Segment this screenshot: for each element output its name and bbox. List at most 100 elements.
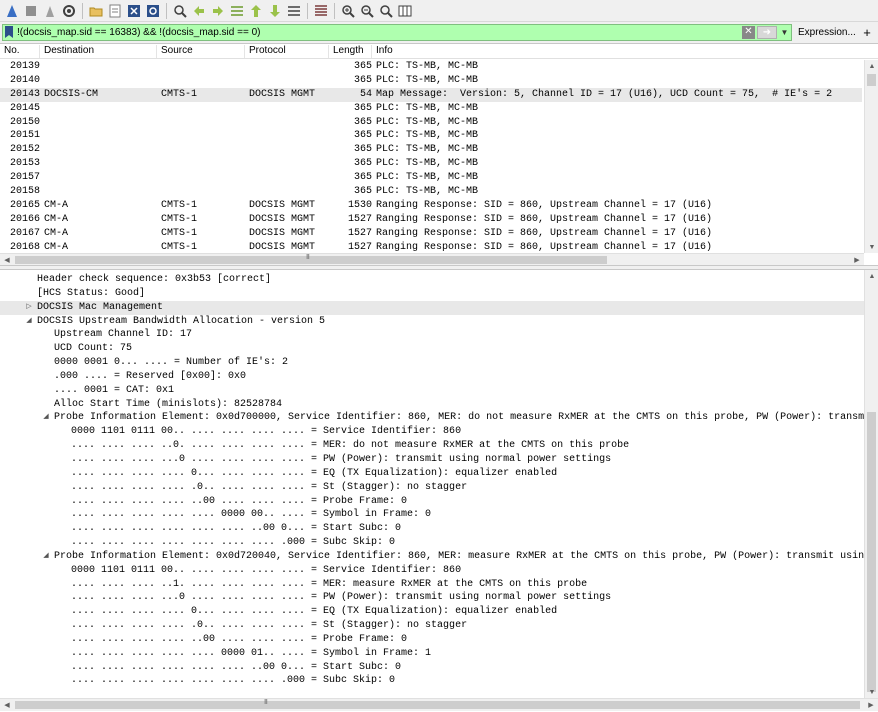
packet-row[interactable]: 20166 CM-A CMTS-1 DOCSIS MGMT 1527 Ranging Re… — [0, 213, 862, 227]
detail-tree-item[interactable]: ◢ DOCSIS Upstream Bandwidth Allocation - … — [0, 315, 864, 329]
first-packet-icon[interactable] — [248, 3, 264, 19]
packet-row[interactable]: 20151 365 PLC: TS-MB, MC-MB — [0, 129, 862, 143]
detail-tree-text: .... .... .... .... .0.. .... .... .... … — [71, 481, 468, 493]
collapse-arrow-icon[interactable]: ◢ — [41, 411, 51, 425]
details-vertical-scrollbar[interactable]: ▲ ▼ — [864, 270, 878, 698]
detail-tree-item[interactable]: .... .... .... ...0 .... .... .... .... … — [0, 453, 864, 467]
zoom-in-icon[interactable] — [340, 3, 356, 19]
colorize-icon[interactable] — [313, 3, 329, 19]
packet-row[interactable]: 20152 365 PLC: TS-MB, MC-MB — [0, 143, 862, 157]
detail-tree-item[interactable]: .... .... .... .... .0.. .... .... .... … — [0, 619, 864, 633]
detail-tree-item[interactable]: ◢ Probe Information Element: 0x0d700000, … — [0, 411, 864, 425]
detail-tree-item[interactable]: .... .... .... .... .... 0000 01.. .... … — [0, 647, 864, 661]
scrollbar-grip: III — [306, 254, 310, 261]
column-header-destination[interactable]: Destination — [40, 45, 157, 58]
detail-tree-item[interactable]: 0000 1101 0111 00.. .... .... .... .... … — [0, 425, 864, 439]
packet-row[interactable]: 20143 DOCSIS-CM CMTS-1 DOCSIS MGMT 54 Map Mes… — [0, 87, 862, 102]
chevron-down-icon[interactable]: ▼ — [778, 26, 791, 39]
packet-row[interactable]: 20153 365 PLC: TS-MB, MC-MB — [0, 157, 862, 171]
packet-row[interactable]: 20140 365 PLC: TS-MB, MC-MB — [0, 74, 862, 88]
save-file-icon[interactable] — [107, 3, 123, 19]
detail-tree-item[interactable]: Alloc Start Time (minislots): 82528784 — [0, 398, 864, 412]
detail-tree-item[interactable]: ▷ DOCSIS Mac Management — [0, 300, 864, 315]
detail-tree-text: Probe Information Element: 0x0d700000, S… — [54, 412, 864, 424]
column-header-protocol[interactable]: Protocol — [245, 45, 329, 58]
go-to-packet-icon[interactable] — [229, 3, 245, 19]
restart-capture-icon[interactable] — [42, 3, 58, 19]
column-header-info[interactable]: Info — [372, 45, 862, 58]
detail-tree-item[interactable]: .... .... .... ..1. .... .... .... .... … — [0, 578, 864, 592]
detail-tree-item[interactable]: .000 .... = Reserved [0x00]: 0x0 — [0, 370, 864, 384]
packet-row[interactable]: 20150 365 PLC: TS-MB, MC-MB — [0, 116, 862, 130]
detail-tree-item[interactable]: Header check sequence: 0x3b53 [correct] — [0, 273, 864, 287]
toolbar-separator — [82, 2, 83, 19]
zoom-out-icon[interactable] — [359, 3, 375, 19]
packet-list-vertical-scrollbar[interactable]: ▲ ▼ — [864, 60, 878, 253]
detail-tree-item[interactable]: 0000 0001 0... .... = Number of IE's: 2 — [0, 356, 864, 370]
display-filter-input[interactable] — [15, 24, 742, 40]
column-header-no[interactable]: No. — [0, 45, 40, 58]
packet-row[interactable]: 20158 365 PLC: TS-MB, MC-MB — [0, 185, 862, 199]
packet-length: 365 — [353, 130, 372, 142]
scrollbar-thumb[interactable] — [15, 256, 607, 264]
bookmark-icon[interactable] — [3, 25, 15, 40]
column-header-length[interactable]: Length — [329, 45, 372, 58]
packet-row[interactable]: 20167 CM-A CMTS-1 DOCSIS MGMT 1527 Ranging Re… — [0, 227, 862, 241]
scrollbar-thumb[interactable] — [15, 701, 860, 709]
scroll-up-icon[interactable]: ▲ — [865, 270, 878, 282]
details-horizontal-scrollbar[interactable]: ◀ III ▶ — [0, 698, 878, 711]
detail-tree-item[interactable]: Upstream Channel ID: 17 — [0, 328, 864, 342]
detail-tree-item[interactable]: .... 0001 = CAT: 0x1 — [0, 384, 864, 398]
detail-tree-item[interactable]: .... .... .... .... .... .... .... .000 … — [0, 674, 864, 688]
expand-arrow-icon[interactable]: ▷ — [24, 301, 34, 315]
scrollbar-thumb[interactable] — [867, 412, 876, 692]
detail-tree-item[interactable]: 0000 1101 0111 00.. .... .... .... .... … — [0, 564, 864, 578]
expression-button[interactable]: Expression... — [794, 24, 856, 41]
collapse-arrow-icon[interactable]: ◢ — [41, 550, 51, 564]
detail-tree-item[interactable]: .... .... .... .... 0... .... .... .... … — [0, 605, 864, 619]
detail-tree-item[interactable]: .... .... .... ..0. .... .... .... .... … — [0, 439, 864, 453]
shark-fin-start-icon[interactable] — [4, 3, 20, 19]
zoom-normal-icon[interactable] — [378, 3, 394, 19]
detail-tree-item[interactable]: .... .... .... .... .0.. .... .... .... … — [0, 481, 864, 495]
packet-row[interactable]: 20165 CM-A CMTS-1 DOCSIS MGMT 1530 Ranging Re… — [0, 199, 862, 213]
detail-tree-item[interactable]: [HCS Status: Good] — [0, 287, 864, 301]
detail-tree-item[interactable]: .... .... .... .... 0... .... .... .... … — [0, 467, 864, 481]
packet-length: 365 — [353, 186, 372, 198]
detail-tree-item[interactable]: .... .... .... .... .... 0000 00.. .... … — [0, 508, 864, 522]
packet-row[interactable]: 20145 365 PLC: TS-MB, MC-MB — [0, 102, 862, 116]
go-back-icon[interactable] — [191, 3, 207, 19]
go-forward-icon[interactable] — [210, 3, 226, 19]
scroll-right-icon[interactable]: ▶ — [864, 699, 878, 711]
packet-row[interactable]: 20168 CM-A CMTS-1 DOCSIS MGMT 1527 Ranging Re… — [0, 241, 862, 252]
reload-icon[interactable] — [145, 3, 161, 19]
open-folder-icon[interactable] — [88, 3, 104, 19]
scroll-up-icon[interactable]: ▲ — [865, 60, 878, 72]
detail-tree-item[interactable]: .... .... .... .... .... .... .... .000 … — [0, 536, 864, 550]
autoscroll-icon[interactable] — [286, 3, 302, 19]
close-file-icon[interactable] — [126, 3, 142, 19]
detail-tree-item[interactable]: .... .... .... .... ..00 .... .... .... … — [0, 633, 864, 647]
scroll-left-icon[interactable]: ◀ — [0, 699, 14, 711]
clear-filter-icon[interactable]: ✕ — [742, 25, 755, 39]
detail-tree-item[interactable]: UCD Count: 75 — [0, 342, 864, 356]
collapse-arrow-icon[interactable]: ◢ — [24, 315, 34, 329]
detail-tree-item[interactable]: .... .... .... ...0 .... .... .... .... … — [0, 591, 864, 605]
column-header-source[interactable]: Source — [157, 45, 245, 58]
resize-columns-icon[interactable] — [397, 3, 413, 19]
scroll-down-icon[interactable]: ▼ — [865, 241, 878, 253]
find-packet-icon[interactable] — [172, 3, 188, 19]
apply-filter-arrow-icon[interactable]: ➜ — [757, 25, 777, 39]
detail-tree-item[interactable]: .... .... .... .... ..00 .... .... .... … — [0, 495, 864, 509]
capture-options-gear-icon[interactable] — [61, 3, 77, 19]
detail-tree-item[interactable]: ◢ Probe Information Element: 0x0d720040, … — [0, 550, 864, 564]
stop-square-icon[interactable] — [23, 3, 39, 19]
add-filter-button[interactable]: + — [858, 24, 876, 41]
detail-tree-item[interactable]: .... .... .... .... .... .... ..00 0... … — [0, 661, 864, 675]
scrollbar-thumb[interactable] — [867, 74, 876, 86]
packet-row[interactable]: 20157 365 PLC: TS-MB, MC-MB — [0, 171, 862, 185]
packet-row[interactable]: 20139 365 PLC: TS-MB, MC-MB — [0, 60, 862, 74]
detail-tree-item[interactable]: .... .... .... .... .... .... ..00 0... … — [0, 522, 864, 536]
last-packet-icon[interactable] — [267, 3, 283, 19]
scroll-down-icon[interactable]: ▼ — [865, 686, 878, 698]
